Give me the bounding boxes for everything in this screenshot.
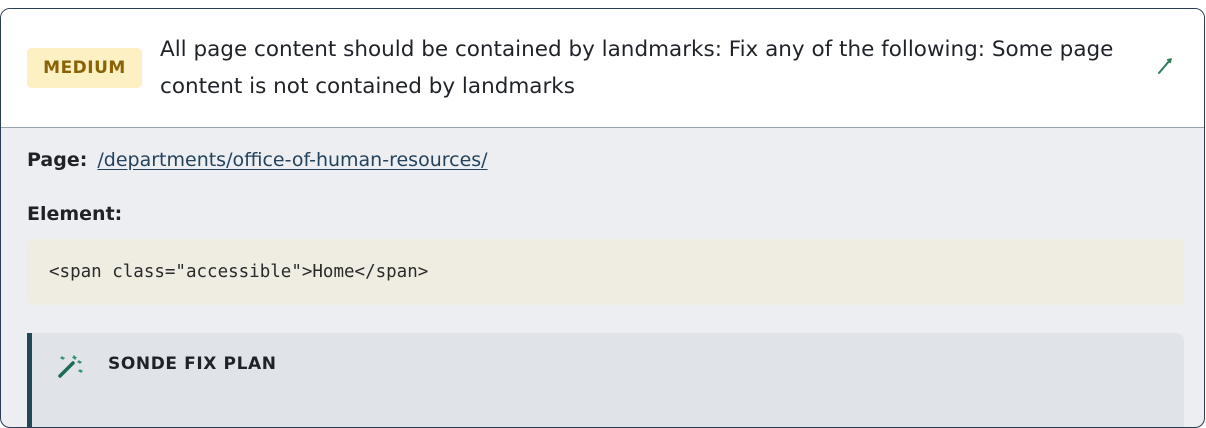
element-label: Element: — [27, 203, 123, 225]
issue-card: MEDIUM All page content should be contai… — [0, 8, 1205, 428]
severity-badge: MEDIUM — [27, 48, 142, 88]
page-label: Page: — [27, 149, 88, 171]
magic-wand-icon — [58, 355, 83, 378]
element-code: <span class="accessible">Home</span> — [49, 262, 429, 282]
page-line: Page: /departments/office-of-human-resou… — [27, 149, 488, 171]
element-code-block: <span class="accessible">Home</span> — [27, 239, 1184, 305]
fix-plan-panel[interactable]: SONDE FIX PLAN — [27, 333, 1184, 427]
fix-plan-title: SONDE FIX PLAN — [108, 354, 277, 374]
page-link[interactable]: /departments/office-of-human-resources/ — [97, 149, 487, 171]
issue-header[interactable]: MEDIUM All page content should be contai… — [1, 9, 1204, 128]
issue-title: All page content should be contained by … — [160, 37, 1114, 99]
pencil-icon[interactable] — [1154, 55, 1176, 77]
